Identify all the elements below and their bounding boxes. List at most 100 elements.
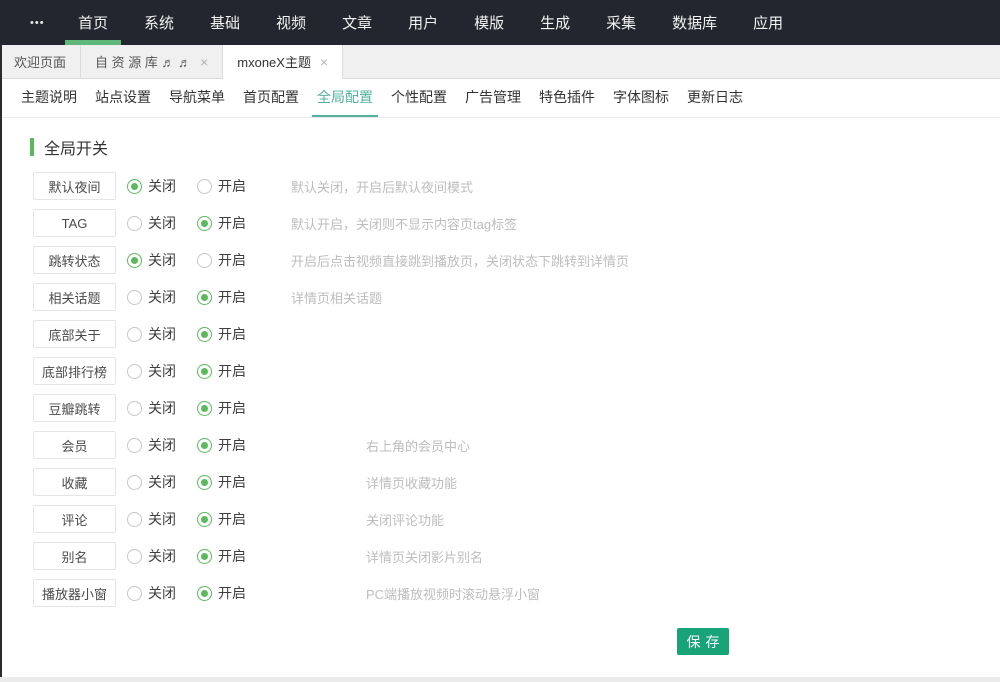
tab-label: mxoneX主题 — [237, 52, 311, 71]
radio-circle-icon[interactable] — [127, 438, 142, 453]
subnav-item[interactable]: 站点设置 — [90, 79, 156, 117]
radio-circle-icon[interactable] — [197, 475, 212, 490]
radio-option-on[interactable]: 开启 — [197, 250, 259, 270]
radio-circle-icon[interactable] — [127, 512, 142, 527]
tab[interactable]: 欢迎页面 — [0, 45, 81, 78]
radio-option-on[interactable]: 开启 — [197, 435, 259, 455]
radio-circle-icon[interactable] — [127, 290, 142, 305]
radio-option-off[interactable]: 关闭 — [127, 176, 189, 196]
radio-circle-icon[interactable] — [127, 475, 142, 490]
tab[interactable]: 自 资 源 库 ♬ ♬ × — [81, 45, 223, 78]
radio-circle-icon[interactable] — [127, 253, 142, 268]
radio-option-off[interactable]: 关闭 — [127, 398, 189, 418]
setting-row: 播放器小窗 关闭 开启 PC端播放视频时滚动悬浮小窗 — [33, 579, 1000, 607]
topnav-item-label: 文章 — [342, 12, 372, 33]
topnav-item[interactable]: 模版 — [461, 0, 517, 45]
radio-circle-icon[interactable] — [197, 179, 212, 194]
setting-label: 别名 — [33, 542, 116, 570]
setting-description: 详情页关闭影片别名 — [366, 547, 483, 566]
radio-option-on[interactable]: 开启 — [197, 287, 259, 307]
setting-label: 播放器小窗 — [33, 579, 116, 607]
radio-circle-icon[interactable] — [197, 512, 212, 527]
tab[interactable]: mxoneX主题 × — [223, 45, 343, 79]
subnav-item[interactable]: 字体图标 — [608, 79, 674, 117]
radio-option-off[interactable]: 关闭 — [127, 250, 189, 270]
topnav-item[interactable]: 生成 — [527, 0, 583, 45]
radio-circle-icon[interactable] — [127, 586, 142, 601]
topnav-item[interactable]: 数据库 — [659, 0, 730, 45]
topnav-item[interactable]: 应用 — [740, 0, 796, 45]
subnav-item[interactable]: 个性配置 — [386, 79, 452, 117]
radio-option-off[interactable]: 关闭 — [127, 472, 189, 492]
topnav-item-label: 用户 — [408, 12, 438, 33]
radio-circle-icon[interactable] — [197, 290, 212, 305]
radio-on-label: 开启 — [218, 176, 246, 196]
subnav-item-label: 广告管理 — [465, 87, 521, 107]
radio-off-label: 关闭 — [148, 398, 176, 418]
more-menu-icon[interactable]: ••• — [30, 0, 44, 45]
radio-option-off[interactable]: 关闭 — [127, 583, 189, 603]
subnav-item[interactable]: 广告管理 — [460, 79, 526, 117]
radio-circle-icon[interactable] — [197, 216, 212, 231]
topnav-item[interactable]: 文章 — [329, 0, 385, 45]
radio-off-label: 关闭 — [148, 435, 176, 455]
radio-option-off[interactable]: 关闭 — [127, 546, 189, 566]
radio-option-on[interactable]: 开启 — [197, 546, 259, 566]
subnav-item[interactable]: 首页配置 — [238, 79, 304, 117]
radio-circle-icon[interactable] — [127, 327, 142, 342]
radio-off-label: 关闭 — [148, 472, 176, 492]
setting-row: 相关话题 关闭 开启 详情页相关话题 — [33, 283, 1000, 311]
radio-option-off[interactable]: 关闭 — [127, 361, 189, 381]
radio-option-off[interactable]: 关闭 — [127, 509, 189, 529]
topnav-item[interactable]: 视频 — [263, 0, 319, 45]
radio-option-on[interactable]: 开启 — [197, 583, 259, 603]
section-header: 全局开关 — [30, 137, 1000, 157]
close-icon[interactable]: × — [320, 55, 328, 69]
radio-circle-icon[interactable] — [197, 549, 212, 564]
radio-option-on[interactable]: 开启 — [197, 324, 259, 344]
setting-row: 收藏 关闭 开启 详情页收藏功能 — [33, 468, 1000, 496]
subnav-item[interactable]: 更新日志 — [682, 79, 748, 117]
topnav-item[interactable]: 首页 — [65, 0, 121, 45]
radio-option-on[interactable]: 开启 — [197, 398, 259, 418]
topnav-item[interactable]: 系统 — [131, 0, 187, 45]
topnav-item[interactable]: 基础 — [197, 0, 253, 45]
radio-option-on[interactable]: 开启 — [197, 176, 259, 196]
radio-circle-icon[interactable] — [197, 438, 212, 453]
radio-option-on[interactable]: 开启 — [197, 509, 259, 529]
radio-circle-icon[interactable] — [127, 549, 142, 564]
radio-circle-icon[interactable] — [197, 586, 212, 601]
subnav-item[interactable]: 全局配置 — [312, 79, 378, 117]
radio-option-off[interactable]: 关闭 — [127, 213, 189, 233]
setting-label: 豆瓣跳转 — [33, 394, 116, 422]
setting-description: 开启后点击视频直接跳到播放页，关闭状态下跳转到详情页 — [291, 251, 629, 270]
radio-on-label: 开启 — [218, 435, 246, 455]
radio-option-off[interactable]: 关闭 — [127, 287, 189, 307]
radio-circle-icon[interactable] — [127, 401, 142, 416]
radio-option-on[interactable]: 开启 — [197, 472, 259, 492]
radio-circle-icon[interactable] — [127, 364, 142, 379]
radio-circle-icon[interactable] — [127, 216, 142, 231]
subnav-item[interactable]: 主题说明 — [16, 79, 82, 117]
topnav-item[interactable]: 采集 — [593, 0, 649, 45]
setting-row: 别名 关闭 开启 详情页关闭影片别名 — [33, 542, 1000, 570]
radio-circle-icon[interactable] — [127, 179, 142, 194]
tab-bar: 欢迎页面 自 资 源 库 ♬ ♬ × mxoneX主题 × — [0, 45, 1000, 79]
radio-circle-icon[interactable] — [197, 364, 212, 379]
setting-label: 评论 — [33, 505, 116, 533]
bottom-scrollbar-strip — [0, 677, 1000, 682]
subnav-item[interactable]: 特色插件 — [534, 79, 600, 117]
topnav-item[interactable]: 用户 — [395, 0, 451, 45]
radio-option-off[interactable]: 关闭 — [127, 435, 189, 455]
radio-circle-icon[interactable] — [197, 253, 212, 268]
subnav-item[interactable]: 导航菜单 — [164, 79, 230, 117]
close-icon[interactable]: × — [200, 55, 208, 69]
subnav-item-label: 字体图标 — [613, 87, 669, 107]
setting-row: 底部关于 关闭 开启 — [33, 320, 1000, 348]
radio-option-off[interactable]: 关闭 — [127, 324, 189, 344]
radio-option-on[interactable]: 开启 — [197, 361, 259, 381]
radio-circle-icon[interactable] — [197, 401, 212, 416]
save-button[interactable]: 保存 — [677, 628, 729, 655]
radio-option-on[interactable]: 开启 — [197, 213, 259, 233]
radio-circle-icon[interactable] — [197, 327, 212, 342]
